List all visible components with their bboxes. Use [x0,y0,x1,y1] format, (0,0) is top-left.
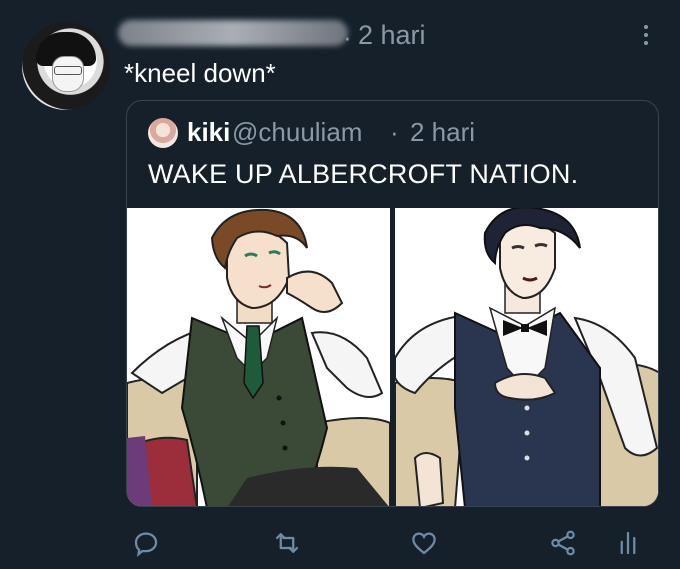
quoted-media[interactable] [127,208,658,506]
more-options-icon[interactable] [636,22,656,48]
tweet[interactable]: · 2 hari *kneel down* kiki @chuuliam · 2… [0,0,680,569]
analytics-icon[interactable] [613,528,643,558]
quoted-tweet-time[interactable]: 2 hari [410,117,475,148]
redacted-author-name [118,20,348,46]
tweet-text: *kneel down* [124,58,276,88]
media-image-left[interactable] [127,208,390,506]
share-icon[interactable] [548,528,578,558]
tweet-time[interactable]: 2 hari [358,20,426,51]
media-image-right[interactable] [395,208,658,506]
quoted-author-handle[interactable]: @chuuliam [232,117,362,148]
like-icon[interactable] [409,528,439,558]
quoted-tweet-text: WAKE UP ALBERCROFT NATION. [148,159,579,189]
quoted-header-separator: · [390,117,399,147]
header-separator: · [343,22,352,52]
reply-icon[interactable] [131,528,161,558]
illustration-left [127,208,390,506]
author-avatar[interactable] [22,22,110,110]
illustration-right [395,208,658,506]
quoted-author-avatar[interactable] [148,118,178,148]
quoted-author-name[interactable]: kiki [187,117,230,148]
retweet-icon[interactable] [272,528,302,558]
quoted-tweet[interactable]: kiki @chuuliam · 2 hari WAKE UP ALBERCRO… [126,100,659,507]
avatar-glasses [54,66,82,75]
